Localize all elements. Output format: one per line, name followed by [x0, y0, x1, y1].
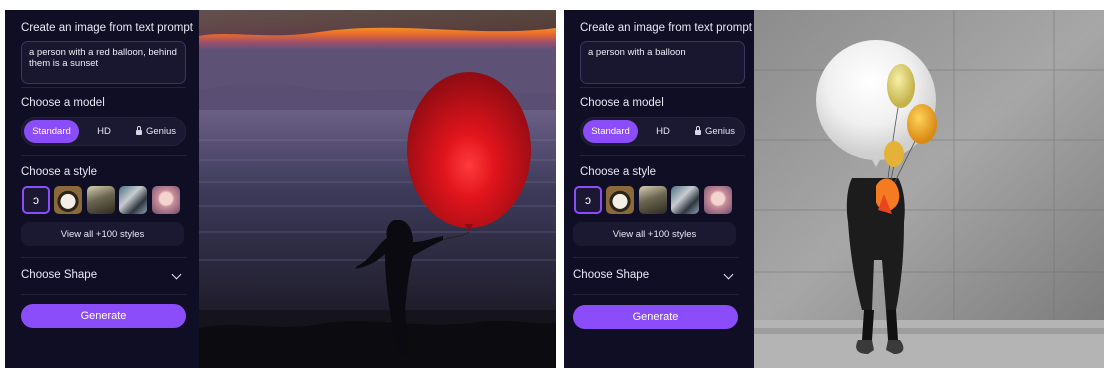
sidebar: Create an image from text prompt a perso… — [5, 10, 199, 368]
none-icon: ↄ — [33, 193, 39, 207]
style-forest-thumb[interactable] — [639, 186, 667, 214]
view-all-styles-button[interactable]: View all +100 styles — [21, 222, 184, 246]
style-panda-thumb[interactable] — [606, 186, 634, 214]
generator-panel-right: Create an image from text prompt a perso… — [564, 10, 1104, 368]
model-genius-button[interactable]: Genius — [688, 120, 742, 143]
panel-title: Create an image from text prompt — [21, 22, 193, 34]
model-label: Choose a model — [580, 97, 664, 109]
prompt-input[interactable]: a person with a red balloon, behind them… — [21, 41, 186, 84]
model-label: Choose a model — [21, 97, 105, 109]
model-genius-label: Genius — [145, 126, 177, 137]
prompt-text: a person with a red balloon, behind them… — [29, 47, 177, 69]
divider — [580, 87, 745, 88]
model-selector: Standard HD Genius — [580, 117, 745, 146]
chevron-down-icon — [723, 269, 734, 280]
shape-dropdown[interactable]: Choose Shape — [21, 269, 184, 285]
shape-label: Choose Shape — [21, 269, 98, 281]
divider — [21, 257, 186, 258]
model-hd-button[interactable]: HD — [79, 120, 129, 143]
style-panda-thumb[interactable] — [54, 186, 82, 214]
model-standard-button[interactable]: Standard — [583, 120, 638, 143]
model-selector: Standard HD Genius — [21, 117, 186, 146]
prompt-input[interactable]: a person with a balloon — [580, 41, 745, 84]
style-label: Choose a style — [21, 166, 98, 178]
divider — [573, 257, 738, 258]
view-all-styles-button[interactable]: View all +100 styles — [573, 222, 736, 246]
prompt-text: a person with a balloon — [588, 47, 686, 58]
style-robot-thumb[interactable] — [671, 186, 699, 214]
none-icon: ↄ — [585, 193, 591, 207]
style-portrait-thumb[interactable] — [704, 186, 732, 214]
shape-label: Choose Shape — [573, 269, 650, 281]
divider — [21, 294, 186, 295]
generate-button[interactable]: Generate — [573, 305, 738, 329]
model-genius-button[interactable]: Genius — [129, 120, 183, 143]
generate-button[interactable]: Generate — [21, 304, 186, 328]
divider — [21, 155, 186, 156]
divider — [21, 87, 186, 88]
generated-image-sunset — [199, 10, 556, 368]
chevron-down-icon — [171, 269, 182, 280]
lock-icon — [135, 126, 142, 135]
style-none-button[interactable]: ↄ — [574, 186, 602, 214]
style-label: Choose a style — [580, 166, 657, 178]
style-none-button[interactable]: ↄ — [22, 186, 50, 214]
generator-panel-left: Create an image from text prompt a perso… — [5, 10, 556, 368]
panel-title: Create an image from text prompt — [580, 22, 752, 34]
model-genius-label: Genius — [704, 126, 736, 137]
divider — [580, 155, 745, 156]
style-robot-thumb[interactable] — [119, 186, 147, 214]
model-standard-button[interactable]: Standard — [24, 120, 79, 143]
generated-image-white-balloon — [754, 10, 1104, 368]
divider — [573, 294, 738, 295]
style-portrait-thumb[interactable] — [152, 186, 180, 214]
shape-dropdown[interactable]: Choose Shape — [573, 269, 736, 285]
sidebar: Create an image from text prompt a perso… — [564, 10, 758, 368]
style-forest-thumb[interactable] — [87, 186, 115, 214]
lock-icon — [694, 126, 701, 135]
model-hd-button[interactable]: HD — [638, 120, 688, 143]
